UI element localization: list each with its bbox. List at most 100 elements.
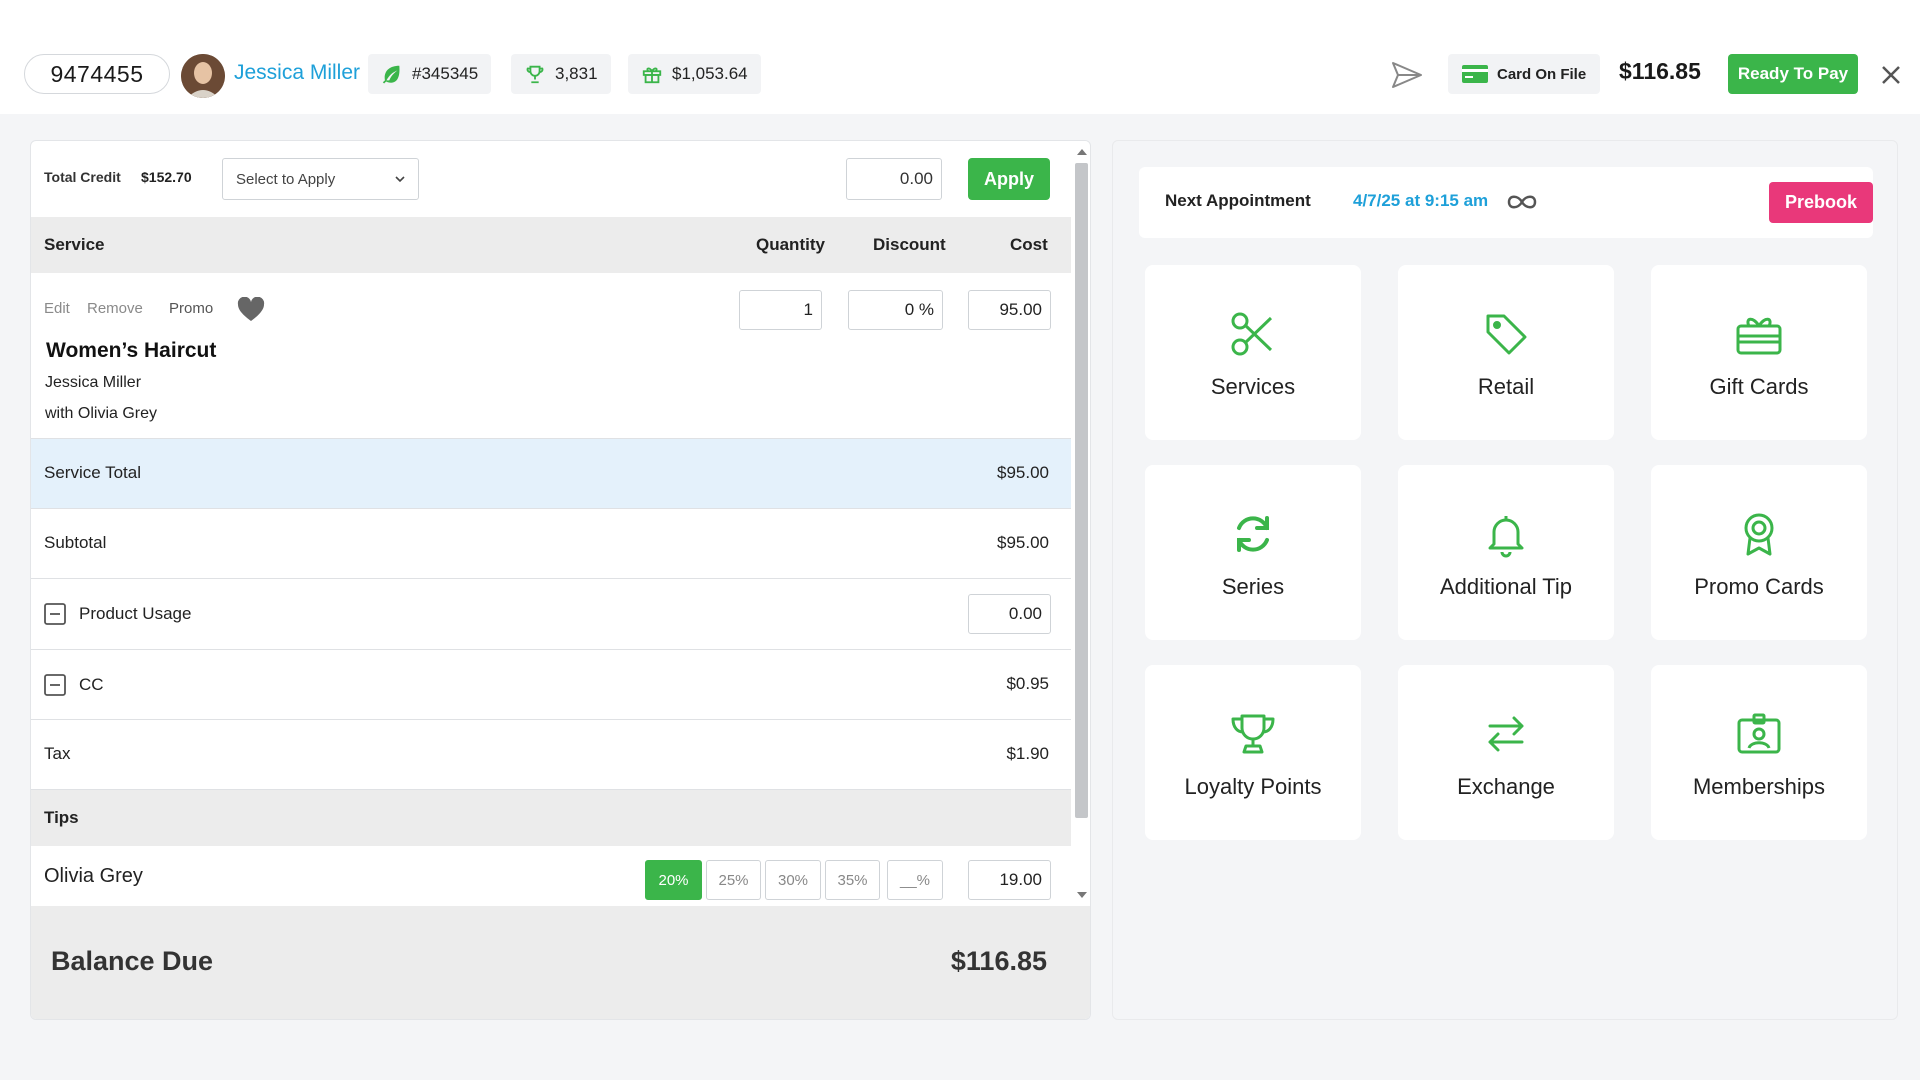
scroll-down-arrow[interactable] xyxy=(1077,892,1087,898)
tile-memberships[interactable]: Memberships xyxy=(1651,665,1867,840)
refresh-icon xyxy=(1229,510,1277,558)
credit-card-icon xyxy=(1462,63,1488,85)
ticket-number: #345345 xyxy=(412,64,479,83)
checkout-scroll-area[interactable]: Total Credit $152.70 Select to Apply 0.0… xyxy=(31,141,1071,906)
header-discount: Discount xyxy=(873,235,946,254)
service-stylist: with Olivia Grey xyxy=(45,405,158,422)
next-appointment-card: Next Appointment 4/7/25 at 9:15 am Prebo… xyxy=(1139,167,1873,238)
remove-link[interactable]: Remove xyxy=(87,300,143,317)
ticket-pill[interactable]: #345345 xyxy=(368,54,492,94)
service-table-header: Service Quantity Discount Cost xyxy=(31,217,1071,273)
tile-label: Memberships xyxy=(1692,774,1826,799)
scrollbar-thumb[interactable] xyxy=(1075,163,1088,818)
infinity-icon[interactable] xyxy=(1505,190,1539,214)
cc-value: $0.95 xyxy=(1006,674,1049,693)
tip-option-25[interactable]: 25% xyxy=(706,860,761,900)
prebook-button[interactable]: Prebook xyxy=(1769,182,1873,223)
scrollbar[interactable] xyxy=(1071,141,1090,906)
tile-label: Loyalty Points xyxy=(1184,774,1322,799)
avatar[interactable] xyxy=(181,54,225,98)
service-total-value: $95.00 xyxy=(997,463,1049,482)
subtotal-row: Subtotal $95.00 xyxy=(31,508,1071,578)
next-appointment-label: Next Appointment xyxy=(1165,191,1311,210)
credit-select-dropdown[interactable]: Select to Apply xyxy=(222,158,419,200)
tile-gift-cards[interactable]: Gift Cards xyxy=(1651,265,1867,440)
service-client-name: Jessica Miller xyxy=(45,374,142,391)
balance-due-bar: Balance Due $116.85 xyxy=(31,906,1090,1019)
card-on-file-label: Card On File xyxy=(1497,65,1587,83)
tile-additional-tip[interactable]: Additional Tip xyxy=(1398,465,1614,640)
promo-link[interactable]: Promo xyxy=(169,300,213,317)
cost-input[interactable]: 95.00 xyxy=(968,290,1051,330)
chevron-down-icon xyxy=(394,172,406,189)
client-name-link[interactable]: Jessica Miller xyxy=(234,58,360,88)
tile-exchange[interactable]: Exchange xyxy=(1398,665,1614,840)
tile-label: Exchange xyxy=(1457,774,1555,799)
next-appointment-date[interactable]: 4/7/25 at 9:15 am xyxy=(1353,191,1488,211)
service-name: Women’s Haircut xyxy=(46,339,217,362)
close-icon[interactable] xyxy=(1878,62,1904,88)
subtotal-label: Subtotal xyxy=(44,533,107,552)
tile-label: Gift Cards xyxy=(1709,374,1809,399)
gift-card-icon xyxy=(1735,310,1783,358)
discount-input[interactable]: 0 % xyxy=(848,290,943,330)
tip-option-20[interactable]: 20% xyxy=(645,860,702,900)
tile-label: Services xyxy=(1210,374,1296,399)
tip-line-row: Olivia Grey 20% 25% 30% 35% __% 19.00 xyxy=(31,846,1071,906)
tip-amount-input[interactable]: 19.00 xyxy=(968,860,1051,900)
total-credit-value: $152.70 xyxy=(141,169,192,185)
tip-option-30[interactable]: 30% xyxy=(765,860,821,900)
tile-services[interactable]: Services xyxy=(1145,265,1361,440)
apply-credit-button[interactable]: Apply xyxy=(968,158,1050,200)
ready-to-pay-button[interactable]: Ready To Pay xyxy=(1728,54,1858,94)
tip-option-custom[interactable]: __% xyxy=(887,860,943,900)
tile-label: Promo Cards xyxy=(1694,574,1824,599)
subtotal-value: $95.00 xyxy=(997,533,1049,552)
award-icon xyxy=(1735,510,1783,558)
cc-label: CC xyxy=(79,675,104,694)
product-usage-row: Product Usage 0.00 xyxy=(31,578,1071,649)
quantity-input[interactable]: 1 xyxy=(739,290,822,330)
trophy-icon xyxy=(1229,710,1277,758)
card-on-file-pill[interactable]: Card On File xyxy=(1448,54,1601,94)
tile-promo-cards[interactable]: Promo Cards xyxy=(1651,465,1867,640)
actions-panel: Next Appointment 4/7/25 at 9:15 am Prebo… xyxy=(1112,140,1898,1020)
header-service: Service xyxy=(44,235,105,254)
tile-label: Retail xyxy=(1477,374,1535,399)
tip-staff-name: Olivia Grey xyxy=(44,865,143,887)
balance-due-value: $116.85 xyxy=(950,946,1047,976)
credit-select-value: Select to Apply xyxy=(236,170,336,188)
tax-value: $1.90 xyxy=(1006,744,1049,763)
cc-fee-row: CC $0.95 xyxy=(31,649,1071,719)
leaf-icon xyxy=(381,63,403,85)
credit-amount-input[interactable]: 0.00 xyxy=(846,158,942,200)
scroll-up-arrow[interactable] xyxy=(1077,149,1087,155)
service-total-label: Service Total xyxy=(44,463,142,482)
client-id-badge[interactable]: 9474455 xyxy=(24,54,170,94)
tile-retail[interactable]: Retail xyxy=(1398,265,1614,440)
tile-loyalty-points[interactable]: Loyalty Points xyxy=(1145,665,1361,840)
collapse-minus-icon[interactable] xyxy=(44,674,66,696)
gift-balance-pill[interactable]: $1,053.64 xyxy=(628,54,761,94)
heart-icon[interactable] xyxy=(237,296,265,323)
product-usage-input[interactable]: 0.00 xyxy=(968,594,1051,634)
tile-label: Series xyxy=(1221,574,1285,599)
exchange-icon xyxy=(1482,710,1530,758)
tip-option-35[interactable]: 35% xyxy=(825,860,880,900)
header-cost: Cost xyxy=(1010,235,1048,254)
tax-label: Tax xyxy=(44,744,71,763)
bell-icon xyxy=(1482,510,1530,558)
trophy-icon xyxy=(524,63,546,85)
gift-balance-value: $1,053.64 xyxy=(672,64,748,83)
service-total-row: Service Total $95.00 xyxy=(31,438,1071,508)
credit-row: Total Credit $152.70 Select to Apply 0.0… xyxy=(31,141,1071,217)
tile-series[interactable]: Series xyxy=(1145,465,1361,640)
collapse-minus-icon[interactable] xyxy=(44,603,66,625)
tile-label: Additional Tip xyxy=(1439,574,1573,599)
tips-label: Tips xyxy=(44,808,79,827)
top-bar: 9474455 Jessica Miller #345345 3,831 $1,… xyxy=(0,0,1920,114)
edit-link[interactable]: Edit xyxy=(44,300,70,317)
send-icon[interactable] xyxy=(1390,58,1424,92)
loyalty-pill[interactable]: 3,831 xyxy=(511,54,611,94)
checkout-panel: Total Credit $152.70 Select to Apply 0.0… xyxy=(30,140,1091,1020)
